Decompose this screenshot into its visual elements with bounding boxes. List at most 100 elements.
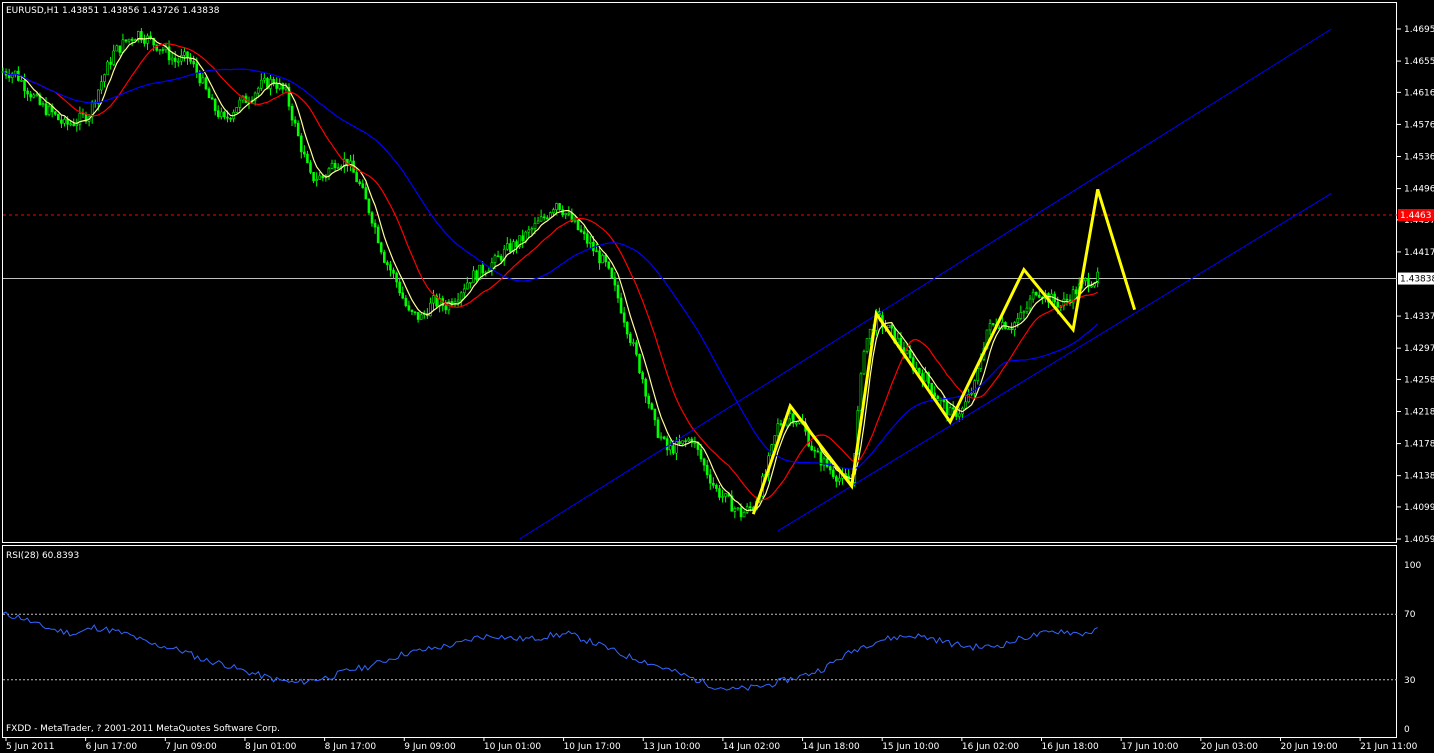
candle-body [1022,311,1026,314]
candle-body [41,103,45,105]
candle-body [462,288,466,294]
candle-body [668,445,672,451]
candle-body [330,162,334,169]
candle-body [788,413,792,420]
candle-body [908,350,912,358]
candle-body [951,407,955,410]
candle-body [309,162,312,173]
candle-body [66,119,69,125]
rsi-tick-label: 0 [1404,725,1410,735]
candle-body [564,213,568,215]
candle-body [644,378,647,397]
price-tick-label: 1.45360 [1404,153,1434,163]
ma-slow-line [2,68,1099,470]
candle-body [373,222,377,228]
candle-body [389,264,392,271]
candle-body [195,63,199,74]
candle-body [589,241,592,244]
candle-body [678,441,681,445]
time-axis: 5 Jun 2011 6 Jun 17:00 7 Jun 09:00 8 Jun 01… [5,737,1418,752]
ma-fast-line [2,37,1099,512]
candle-body [69,123,72,126]
trend-channel [519,28,1332,540]
time-tick-label: 9 Jun 09:00 [404,742,456,752]
candle-body [44,103,48,115]
price-tick-label: 1.45760 [1404,120,1434,130]
candle-body [367,198,371,213]
candle-body [20,80,23,82]
candle-body [259,79,263,89]
candle-body [23,80,26,92]
candle-body [628,333,632,343]
candle-body [275,83,278,89]
candle-body [355,172,358,183]
candle-body [35,94,39,97]
candle-body [382,251,386,263]
candle-body [536,220,540,224]
candle-body [582,231,586,235]
candle-body [650,403,654,410]
candle-body [545,217,549,220]
candle-body [481,264,485,274]
candle-body [1056,301,1060,308]
time-tick-label: 20 Jun 19:00 [1280,742,1337,752]
candle-body [106,61,109,75]
zigzag-line [751,188,1137,515]
candle-body [699,449,703,460]
candle-body [29,93,32,98]
candle-body [970,393,973,395]
candle-body [681,440,684,445]
rsi-line [2,611,1098,691]
candle-body [1025,307,1029,313]
candle-body [238,99,242,108]
candle-body [296,122,300,137]
candle-body [748,506,752,509]
candle-body [638,354,641,373]
candle-body [1034,291,1038,296]
candle-body [235,107,238,113]
price-tick-label: 1.42180 [1404,408,1434,418]
candle-body [613,277,617,286]
candle-body [555,203,558,210]
candle-body [401,292,405,299]
candle-body [284,86,288,90]
candle-body [220,111,223,117]
candle-body [708,474,712,484]
candle-body [712,482,715,486]
candle-body [293,119,297,124]
candle-body [890,324,893,329]
candle-body [290,105,294,121]
candle-body [333,162,337,169]
candle-body [32,94,36,98]
candle-body [170,57,174,61]
candle-body [213,98,217,111]
candle-body [715,485,718,489]
candle-body [407,305,411,311]
candle-body [493,255,497,264]
candle-body [687,438,691,442]
candle-body [386,262,389,265]
candle-body [398,281,401,294]
candle-body [263,78,266,81]
candle-body [109,61,112,65]
time-tick-label: 14 Jun 02:00 [723,742,780,752]
rsi-panel-frame [2,545,1397,738]
price-axis: 1.46950 1.46550 1.46160 1.45760 1.45360 1.449… [1397,25,1434,545]
price-tick-label: 1.42970 [1404,344,1434,354]
candle-body [1016,318,1020,323]
candle-body [779,423,783,426]
price-tick-label: 1.46550 [1404,57,1434,67]
rsi-axis: 100 70 30 0 [1404,561,1421,735]
candle-body [776,423,780,437]
candle-body [659,436,663,439]
candle-body [552,209,555,214]
candle-body [958,413,961,417]
channel-lower-line [777,192,1332,532]
price-tick-label: 1.46950 [1404,25,1434,35]
candle-body [130,38,134,41]
candle-body [127,38,131,42]
candle-body [924,372,927,382]
candle-body [118,45,122,53]
candle-body [1031,291,1035,300]
candle-body [124,39,128,42]
